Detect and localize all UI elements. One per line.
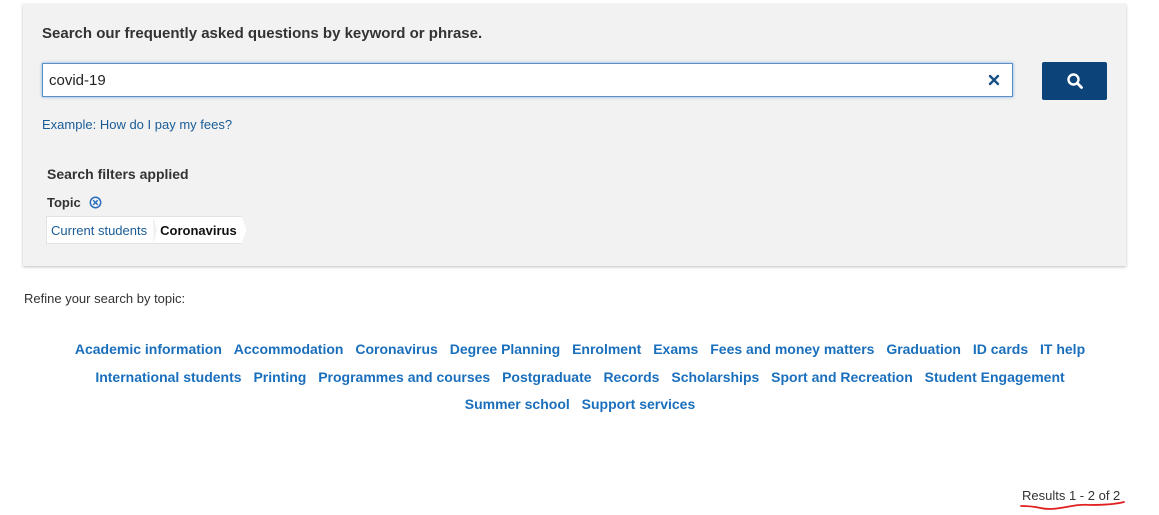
search-field[interactable]: [42, 63, 1013, 97]
topic-link-degree-planning[interactable]: Degree Planning: [450, 341, 560, 357]
topic-link-sport-and-recreation[interactable]: Sport and Recreation: [771, 369, 913, 385]
search-example-link[interactable]: Example: How do I pay my fees?: [42, 117, 232, 132]
topic-link-records[interactable]: Records: [603, 369, 659, 385]
example-prefix: Example:: [42, 117, 97, 132]
close-icon: [988, 74, 1000, 86]
topic-link-fees-and-money-matters[interactable]: Fees and money matters: [710, 341, 874, 357]
search-button[interactable]: [1042, 62, 1107, 100]
topic-link-academic-information[interactable]: Academic information: [75, 341, 222, 357]
search-heading: Search our frequently asked questions by…: [42, 25, 483, 42]
topic-link-coronavirus[interactable]: Coronavirus: [355, 341, 437, 357]
breadcrumb-coronavirus: Coronavirus: [153, 216, 247, 244]
topic-link-support-services[interactable]: Support services: [582, 396, 696, 412]
topic-link-student-engagement[interactable]: Student Engagement: [925, 369, 1065, 385]
search-panel: Search our frequently asked questions by…: [23, 4, 1126, 266]
topic-link-accommodation[interactable]: Accommodation: [234, 341, 344, 357]
topic-link-graduation[interactable]: Graduation: [886, 341, 961, 357]
breadcrumb-current-students[interactable]: Current students: [46, 216, 154, 244]
topic-link-international-students[interactable]: International students: [95, 369, 241, 385]
filter-topic-label: Topic: [47, 195, 81, 210]
refine-label: Refine your search by topic:: [24, 291, 186, 306]
remove-circle-icon: [89, 196, 102, 209]
filter-topic: Topic: [47, 195, 103, 210]
remove-filter-button[interactable]: [89, 196, 103, 210]
red-underline-annotation: [1020, 501, 1125, 510]
topic-link-printing[interactable]: Printing: [253, 369, 306, 385]
topic-link-it-help[interactable]: IT help: [1040, 341, 1085, 357]
topic-link-exams[interactable]: Exams: [653, 341, 698, 357]
topic-links: Academic information Accommodation Coron…: [40, 336, 1120, 419]
topic-link-programmes-and-courses[interactable]: Programmes and courses: [318, 369, 490, 385]
search-input[interactable]: [49, 64, 979, 96]
search-icon: [1066, 73, 1083, 89]
clear-search-button[interactable]: [984, 70, 1004, 90]
topic-link-summer-school[interactable]: Summer school: [465, 396, 570, 412]
topic-link-id-cards[interactable]: ID cards: [973, 341, 1028, 357]
example-text: How do I pay my fees?: [99, 117, 233, 132]
topic-link-enrolment[interactable]: Enrolment: [572, 341, 641, 357]
topic-link-scholarships[interactable]: Scholarships: [671, 369, 759, 385]
breadcrumb: Current students Coronavirus: [46, 216, 247, 244]
filters-heading: Search filters applied: [47, 166, 189, 182]
topic-link-postgraduate[interactable]: Postgraduate: [502, 369, 591, 385]
